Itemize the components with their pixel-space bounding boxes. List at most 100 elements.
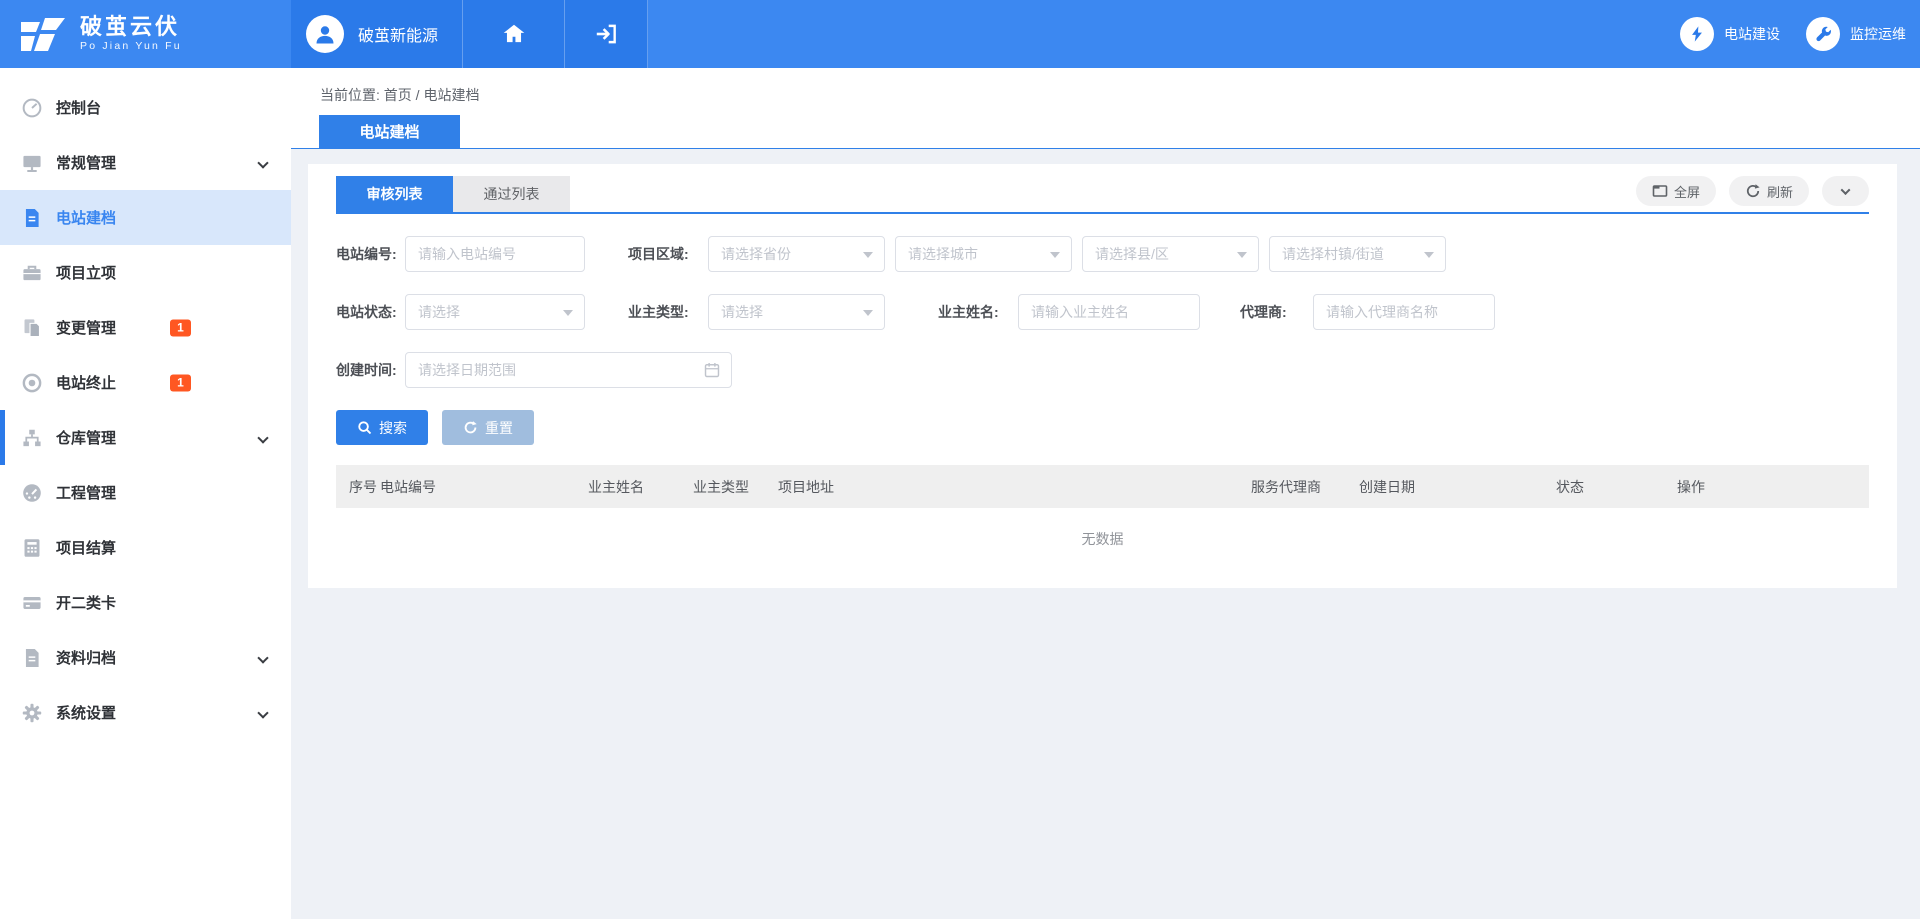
region-label: 项目区域:: [628, 244, 708, 264]
collapse-button[interactable]: [1822, 176, 1869, 206]
filter-row-3: 创建时间: 请选择日期范围: [336, 352, 1869, 388]
sidebar-item-project-initiation[interactable]: 项目立项: [0, 245, 291, 300]
card-icon: [21, 592, 43, 614]
filter-form: 电站编号: 项目区域: 请选择省份 请选择城市: [336, 214, 1869, 445]
sidebar-item-warehouse-management[interactable]: 仓库管理: [0, 410, 291, 465]
logo-text: 破茧云伏 Po Jian Yun Fu: [80, 15, 182, 53]
station-status-select[interactable]: 请选择: [405, 294, 585, 330]
breadcrumb-label: 当前位置:: [320, 87, 380, 103]
owner-type-select[interactable]: 请选择: [708, 294, 885, 330]
content-area: 审核列表 通过列表 全屏: [291, 149, 1920, 919]
sidebar-item-console[interactable]: 控制台: [0, 80, 291, 135]
owner-type-label: 业主类型:: [628, 302, 708, 322]
document-icon: [21, 207, 43, 229]
search-button[interactable]: 搜索: [336, 410, 428, 445]
nav-label: 电站建设: [1724, 24, 1780, 44]
filter-actions: 搜索 重置: [336, 410, 1869, 445]
sidebar-item-station-filing[interactable]: 电站建档: [0, 190, 291, 245]
create-time-label: 创建时间:: [336, 360, 405, 380]
monitor-icon: [21, 152, 43, 174]
chevron-down-icon: [257, 432, 268, 443]
top-header: 破茧云伏 Po Jian Yun Fu 破茧新能源: [0, 0, 1920, 68]
refresh-icon: [1745, 183, 1761, 199]
station-no-input[interactable]: [405, 236, 585, 272]
col-seq: 序号: [349, 465, 377, 508]
county-select[interactable]: 请选择县/区: [1082, 236, 1259, 272]
agent-input[interactable]: [1313, 294, 1495, 330]
caret-down-icon: [1237, 252, 1247, 258]
caret-down-icon: [563, 310, 573, 316]
refresh-button[interactable]: 刷新: [1729, 176, 1809, 206]
sidebar-item-engineering-management[interactable]: 工程管理: [0, 465, 291, 520]
sidebar-item-open-class2-card[interactable]: 开二类卡: [0, 575, 291, 630]
page-tab-station-filing[interactable]: 电站建档: [319, 115, 460, 148]
date-range-picker[interactable]: 请选择日期范围: [405, 352, 732, 388]
agent-label: 代理商:: [1240, 302, 1313, 322]
breadcrumb: 当前位置: 首页 / 电站建档: [291, 68, 1920, 105]
table-header: 序号 电站编号 业主姓名 业主类型 项目地址 服务代理商 创建日期 状态 操作: [336, 465, 1869, 508]
filter-row-2: 电站状态: 请选择 业主类型: 请选择 业主姓名:: [336, 294, 1869, 330]
sidebar-item-project-settlement[interactable]: 项目结算: [0, 520, 291, 575]
col-agent: 服务代理商: [1251, 465, 1321, 508]
user-menu[interactable]: 破茧新能源: [291, 0, 462, 68]
nav-station-construction[interactable]: 电站建设: [1680, 17, 1780, 51]
caret-down-icon: [863, 252, 873, 258]
logout-button[interactable]: [564, 0, 648, 68]
col-station-no: 电站编号: [380, 465, 436, 508]
person-icon: [313, 22, 337, 46]
fullscreen-button[interactable]: 全屏: [1636, 176, 1716, 206]
filter-card: 审核列表 通过列表 全屏: [308, 164, 1897, 588]
chevron-down-icon: [257, 157, 268, 168]
logo: 破茧云伏 Po Jian Yun Fu: [0, 0, 291, 68]
sidebar-item-station-termination[interactable]: 电站终止 1: [0, 355, 291, 410]
calculator-icon: [21, 537, 43, 559]
reset-button[interactable]: 重置: [442, 410, 534, 445]
owner-name-input[interactable]: [1018, 294, 1200, 330]
gauge-icon: [21, 482, 43, 504]
chevron-down-icon: [257, 707, 268, 718]
breadcrumb-path: 首页 / 电站建档: [384, 87, 480, 103]
archive-icon: [21, 647, 43, 669]
sidebar-item-system-settings[interactable]: 系统设置: [0, 685, 291, 740]
home-button[interactable]: [462, 0, 564, 68]
empty-state: 无数据: [336, 508, 1869, 570]
chevron-down-icon: [1841, 185, 1851, 195]
col-owner-name: 业主姓名: [588, 465, 644, 508]
home-icon: [501, 21, 527, 47]
sidebar-item-data-archiving[interactable]: 资料归档: [0, 630, 291, 685]
sidebar-item-general-management[interactable]: 常规管理: [0, 135, 291, 190]
copy-icon: [21, 317, 43, 339]
logo-mark-icon: [20, 16, 66, 52]
avatar: [306, 15, 344, 53]
badge-count: 1: [170, 319, 191, 336]
circle-dot-icon: [21, 372, 43, 394]
main-area: 当前位置: 首页 / 电站建档 电站建档 审核列表 通过列表: [291, 68, 1920, 919]
village-select[interactable]: 请选择村镇/街道: [1269, 236, 1446, 272]
caret-down-icon: [863, 310, 873, 316]
col-owner-type: 业主类型: [693, 465, 749, 508]
fullscreen-icon: [1652, 183, 1668, 199]
province-select[interactable]: 请选择省份: [708, 236, 885, 272]
col-create-date: 创建日期: [1359, 465, 1415, 508]
sitemap-icon: [21, 427, 43, 449]
tab-passed-list[interactable]: 通过列表: [453, 176, 570, 212]
nav-label: 监控运维: [1850, 24, 1906, 44]
user-name: 破茧新能源: [358, 22, 438, 46]
logo-title: 破茧云伏: [80, 15, 182, 39]
sidebar-item-change-management[interactable]: 变更管理 1: [0, 300, 291, 355]
nav-monitoring-ops[interactable]: 监控运维: [1806, 17, 1906, 51]
col-address: 项目地址: [778, 465, 834, 508]
bolt-icon: [1680, 17, 1714, 51]
briefcase-icon: [21, 262, 43, 284]
logo-subtitle: Po Jian Yun Fu: [80, 41, 182, 53]
dashboard-icon: [21, 97, 43, 119]
toolbar: 全屏 刷新: [1636, 176, 1869, 212]
city-select[interactable]: 请选择城市: [895, 236, 1072, 272]
station-status-label: 电站状态:: [336, 302, 405, 322]
tab-review-list[interactable]: 审核列表: [336, 176, 453, 212]
caret-down-icon: [1050, 252, 1060, 258]
calendar-icon: [703, 361, 721, 379]
owner-name-label: 业主姓名:: [938, 302, 1018, 322]
breadcrumb-band: 当前位置: 首页 / 电站建档 电站建档: [291, 68, 1920, 149]
app-root: 破茧云伏 Po Jian Yun Fu 破茧新能源: [0, 0, 1920, 919]
